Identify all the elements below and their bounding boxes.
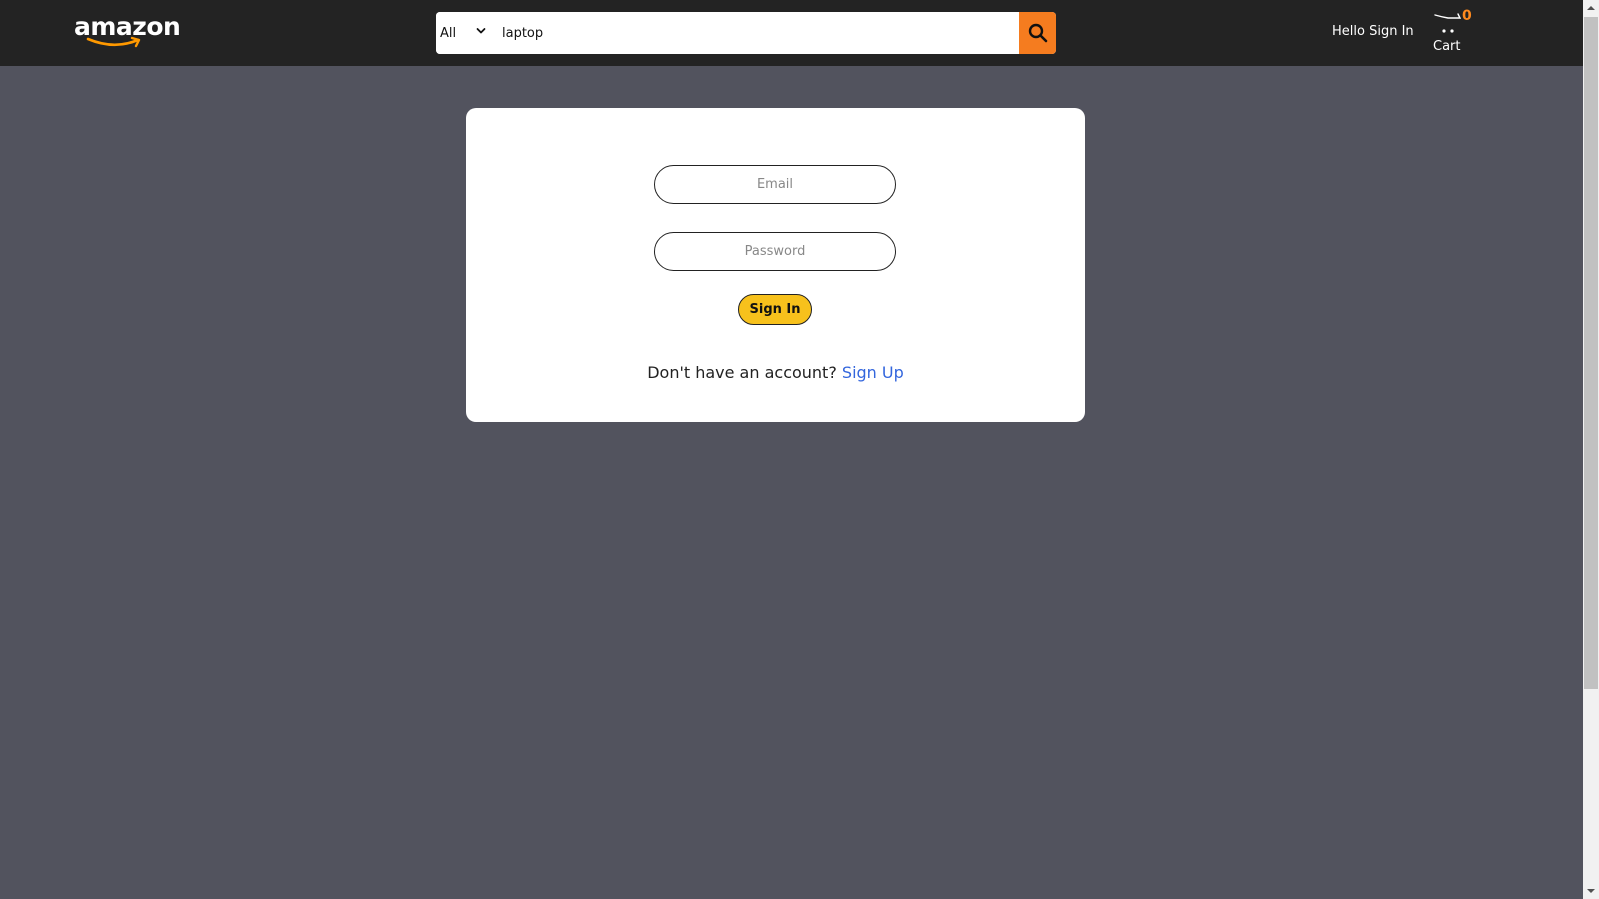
cart-button[interactable]: 0 Cart (1430, 8, 1480, 58)
search-bar: All (436, 12, 1056, 54)
signup-prompt-row: Don't have an account? Sign Up (466, 363, 1085, 382)
cart-icon (1434, 13, 1462, 33)
email-field[interactable] (654, 165, 896, 204)
signup-link[interactable]: Sign Up (842, 363, 904, 382)
scroll-down-arrow-icon[interactable] (1583, 883, 1599, 899)
amazon-logo[interactable]: amazon (74, 10, 184, 50)
search-button[interactable] (1019, 12, 1056, 54)
top-navbar: amazon All Hello Sign In 0 Cart (0, 0, 1583, 66)
cart-label: Cart (1433, 39, 1461, 54)
search-icon (1028, 23, 1047, 43)
vertical-scrollbar[interactable] (1583, 0, 1599, 899)
search-category-select[interactable]: All (436, 12, 492, 54)
search-input[interactable] (496, 12, 1016, 54)
scroll-up-arrow-icon[interactable] (1583, 0, 1599, 16)
signin-button[interactable]: Sign In (738, 294, 812, 325)
header-signin-link[interactable]: Hello Sign In (1332, 24, 1414, 39)
cart-count-badge: 0 (1462, 8, 1472, 24)
password-field[interactable] (654, 232, 896, 271)
signup-prompt-text: Don't have an account? (647, 363, 837, 382)
chevron-down-icon (476, 28, 486, 34)
smile-arrow-icon (86, 36, 141, 48)
search-category-label: All (440, 25, 457, 41)
signin-card: Sign In Don't have an account? Sign Up (466, 108, 1085, 422)
scrollbar-thumb[interactable] (1584, 17, 1598, 689)
